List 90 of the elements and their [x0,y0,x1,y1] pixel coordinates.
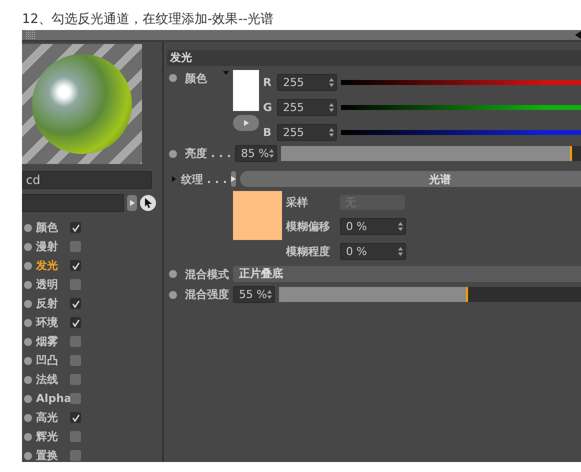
channel-label[interactable]: 凹凸 [36,353,70,368]
spinner-icon[interactable] [398,222,403,231]
channel-label[interactable]: 发光 [36,258,70,273]
checkbox[interactable] [70,279,81,290]
expand-icon[interactable] [171,176,177,182]
dropdown-icon[interactable] [223,70,229,76]
field-label: 纹理 . . . [181,172,228,186]
channel-label[interactable]: 环境 [36,315,70,330]
spinner-icon[interactable] [268,149,274,158]
color-slider[interactable] [341,105,581,110]
play-icon [130,200,134,206]
radio-dot[interactable] [24,394,32,402]
channel-label[interactable]: 置换 [36,448,70,462]
number-field[interactable]: 255 [277,74,337,91]
channel-label[interactable]: 漫射 [36,239,70,254]
color-swatch[interactable] [233,70,259,111]
number-field[interactable]: 85 % [235,145,277,162]
field-label: 采样 [286,195,309,210]
section-header: 发光 [167,50,581,66]
number-field[interactable]: 0 % [340,243,406,260]
color-slider[interactable] [341,80,581,85]
radio-dot[interactable] [24,262,32,270]
radio-dot[interactable] [24,224,32,232]
texture-button[interactable]: 光谱 [240,171,581,187]
checkbox[interactable] [70,317,81,328]
cursor-icon[interactable] [140,195,156,211]
number-field[interactable]: 0 % [340,218,406,235]
spinner-icon[interactable] [398,247,403,256]
radio-dot[interactable] [24,432,32,440]
arrow-button[interactable] [127,195,137,211]
number-field[interactable]: 55 % [233,286,275,303]
checkbox[interactable] [70,374,81,385]
channel-letter: R [263,76,272,89]
radio-dot[interactable] [24,414,32,422]
checkbox[interactable] [70,336,81,347]
checkbox[interactable] [70,222,81,233]
checkbox[interactable] [70,412,81,423]
channel-label[interactable]: 颜色 [36,220,70,235]
grip-icon[interactable] [26,30,36,40]
color-slider[interactable] [341,130,581,135]
arrow-button[interactable] [233,115,259,131]
checkbox[interactable] [70,450,81,461]
name-field[interactable]: cd [22,171,152,189]
spinner-icon[interactable] [266,290,272,299]
channel-label[interactable]: 法线 [36,372,70,387]
dropdown-field[interactable] [22,194,124,212]
radio-dot[interactable] [169,270,177,278]
checkbox[interactable] [70,298,81,309]
checkbox[interactable] [70,431,81,442]
radio-dot[interactable] [24,242,32,250]
field-label: 亮度 . . . [185,146,232,161]
checkbox[interactable] [70,260,81,271]
channel-label[interactable]: 高光 [36,410,70,425]
checkbox[interactable] [70,355,81,366]
channel-label[interactable]: 透明 [36,277,70,292]
radio-dot[interactable] [24,300,32,308]
radio-dot[interactable] [24,376,32,384]
caption-text: 12、勾选反光通道，在纹理添加-效果--光谱 [21,11,275,29]
channel-letter: B [263,126,272,139]
slider-fill[interactable] [278,287,468,302]
radio-dot[interactable] [24,280,32,288]
checkbox[interactable] [70,393,81,404]
collapse-icon[interactable] [575,31,581,39]
radio-dot[interactable] [24,356,32,364]
channel-label[interactable]: 辉光 [36,429,70,444]
slider-track[interactable] [278,287,581,302]
field-label: 混合模式 [185,266,229,282]
radio-dot[interactable] [24,338,32,346]
play-icon [231,176,236,182]
radio-dot[interactable] [24,452,32,460]
arrow-button[interactable] [231,171,236,187]
field-label: 模糊偏移 [286,219,331,234]
play-icon [244,120,248,126]
checkbox[interactable] [70,241,81,252]
field-label: 模糊程度 [286,244,331,259]
radio-dot[interactable] [24,318,32,326]
field-label: 混合强度 [185,287,229,302]
blend-mode-select[interactable]: 正片叠底 [233,266,581,282]
radio-dot[interactable] [169,290,177,298]
radio-dot[interactable] [169,150,177,158]
number-field[interactable]: 255 [277,124,337,141]
channel-label[interactable]: 反射 [36,296,70,311]
spinner-icon[interactable] [329,128,334,137]
radio-dot[interactable] [169,74,177,82]
channel-label[interactable]: Alpha [36,392,70,405]
spinner-icon[interactable] [329,103,334,112]
channel-letter: G [263,101,273,114]
number-field[interactable]: 255 [277,99,337,116]
spinner-icon[interactable] [329,78,334,87]
channel-label[interactable]: 烟雾 [36,334,70,349]
